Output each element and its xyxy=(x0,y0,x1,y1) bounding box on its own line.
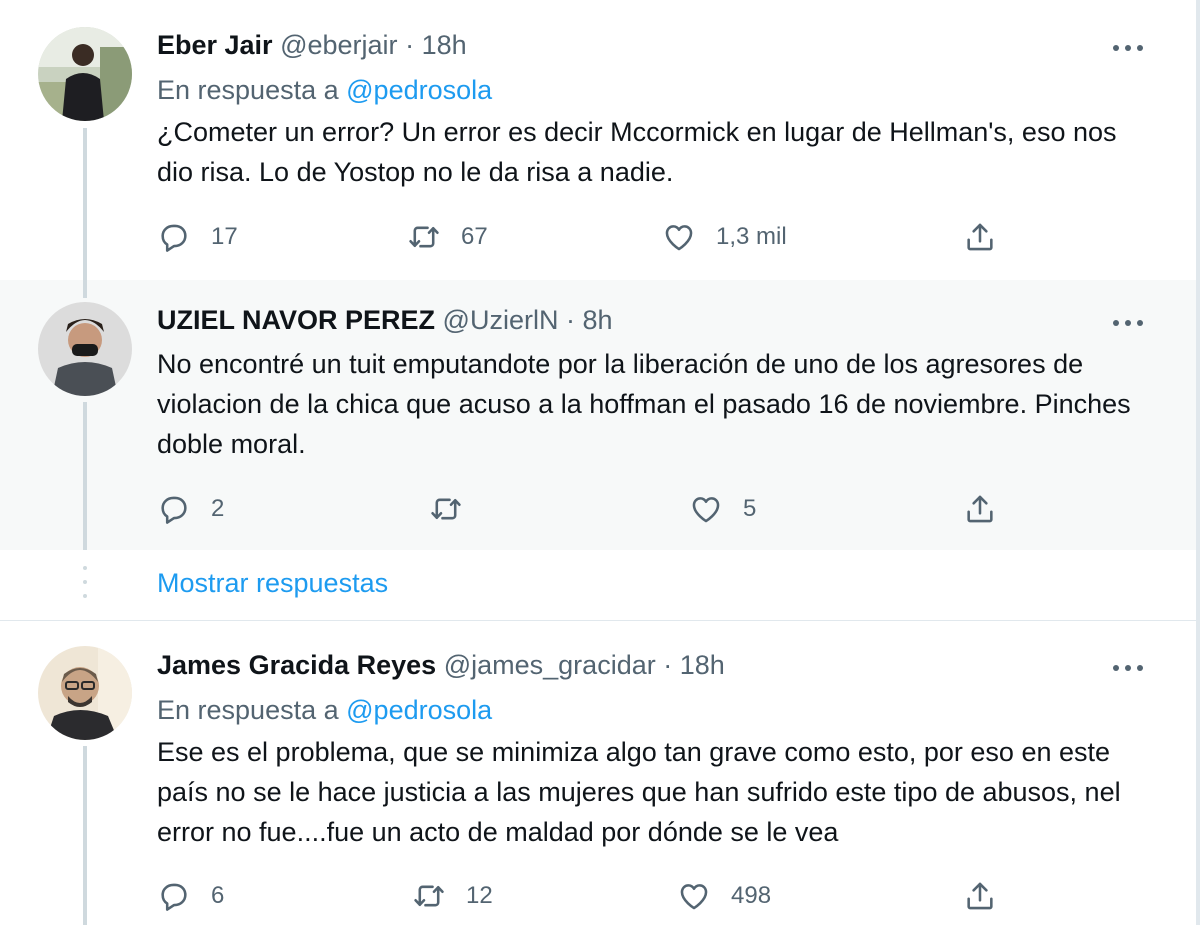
retweet-icon xyxy=(429,492,463,526)
thread-line xyxy=(83,280,87,298)
reply-count: 2 xyxy=(211,495,225,522)
share-icon xyxy=(963,220,997,254)
tweet-header: UZIEL NAVOR PEREZ @UzierlN · 8h xyxy=(157,302,613,338)
reply-context: En respuesta a @pedrosola xyxy=(157,72,492,108)
reply-button[interactable]: 6 xyxy=(157,879,224,913)
like-count: 5 xyxy=(743,495,757,522)
like-count: 498 xyxy=(731,882,772,909)
reply-icon xyxy=(157,879,191,913)
like-button[interactable]: 5 xyxy=(689,492,756,526)
reply-context: En respuesta a @pedrosola xyxy=(157,692,492,728)
tweet-text: ¿Cometer un error? Un error es decir Mcc… xyxy=(157,117,1117,187)
reply-prefix: En respuesta a xyxy=(157,75,339,105)
more-icon[interactable] xyxy=(1108,307,1148,337)
retweet-button[interactable]: 12 xyxy=(412,879,493,913)
tweet-text: Ese es el problema, que se minimiza algo… xyxy=(157,737,1121,847)
more-icon[interactable] xyxy=(1108,32,1148,62)
retweet-count: 12 xyxy=(466,882,493,909)
thread-line xyxy=(83,402,87,550)
retweet-button[interactable] xyxy=(429,492,463,526)
display-name[interactable]: UZIEL NAVOR PEREZ xyxy=(157,305,435,335)
share-button[interactable] xyxy=(963,492,997,526)
separator: · xyxy=(405,30,415,60)
like-button[interactable]: 1,3 mil xyxy=(662,220,787,254)
show-replies-link[interactable]: Mostrar respuestas xyxy=(157,568,388,599)
avatar[interactable] xyxy=(38,302,132,396)
column-border xyxy=(1196,0,1200,925)
reply-prefix: En respuesta a xyxy=(157,695,339,725)
mention-link[interactable]: @pedrosola xyxy=(346,75,492,105)
reply-icon xyxy=(157,492,191,526)
tweet-header: James Gracida Reyes @james_gracidar · 18… xyxy=(157,647,725,683)
like-icon xyxy=(662,220,696,254)
timestamp[interactable]: 8h xyxy=(583,305,613,335)
display-name[interactable]: Eber Jair xyxy=(157,30,273,60)
timestamp[interactable]: 18h xyxy=(680,650,725,680)
reply-icon xyxy=(157,220,191,254)
retweet-count: 67 xyxy=(461,223,488,250)
like-icon xyxy=(677,879,711,913)
show-replies-row[interactable]: Mostrar respuestas xyxy=(0,550,1196,620)
retweet-icon xyxy=(407,220,441,254)
reply-button[interactable]: 17 xyxy=(157,220,238,254)
action-bar: 6 12 498 xyxy=(157,879,1017,913)
share-button[interactable] xyxy=(963,220,997,254)
tweet[interactable]: James Gracida Reyes @james_gracidar · 18… xyxy=(0,621,1196,925)
share-button[interactable] xyxy=(963,879,997,913)
separator: · xyxy=(663,650,673,680)
like-button[interactable]: 498 xyxy=(677,879,771,913)
reply-count: 6 xyxy=(211,882,225,909)
user-handle[interactable]: @james_gracidar xyxy=(444,650,656,680)
reply-button[interactable]: 2 xyxy=(157,492,224,526)
action-bar: 2 5 xyxy=(157,492,1017,526)
tweet[interactable]: Eber Jair @eberjair · 18h En respuesta a… xyxy=(0,0,1196,280)
tweet-text: No encontré un tuit emputandote por la l… xyxy=(157,349,1131,459)
tweet-header: Eber Jair @eberjair · 18h xyxy=(157,27,467,63)
thread-dots xyxy=(83,564,87,604)
user-handle[interactable]: @UzierlN xyxy=(443,305,559,335)
avatar[interactable] xyxy=(38,27,132,121)
share-icon xyxy=(963,492,997,526)
user-handle[interactable]: @eberjair xyxy=(280,30,397,60)
reply-count: 17 xyxy=(211,223,238,250)
timestamp[interactable]: 18h xyxy=(422,30,467,60)
tweet[interactable]: UZIEL NAVOR PEREZ @UzierlN · 8h No encon… xyxy=(0,280,1196,550)
share-icon xyxy=(963,879,997,913)
avatar[interactable] xyxy=(38,646,132,740)
thread-line xyxy=(83,746,87,925)
more-icon[interactable] xyxy=(1108,652,1148,682)
action-bar: 17 67 1,3 mil xyxy=(157,220,1017,254)
like-icon xyxy=(689,492,723,526)
display-name[interactable]: James Gracida Reyes xyxy=(157,650,436,680)
retweet-button[interactable]: 67 xyxy=(407,220,488,254)
mention-link[interactable]: @pedrosola xyxy=(346,695,492,725)
retweet-icon xyxy=(412,879,446,913)
separator: · xyxy=(565,305,575,335)
thread-line xyxy=(83,128,87,280)
like-count: 1,3 mil xyxy=(716,223,787,250)
